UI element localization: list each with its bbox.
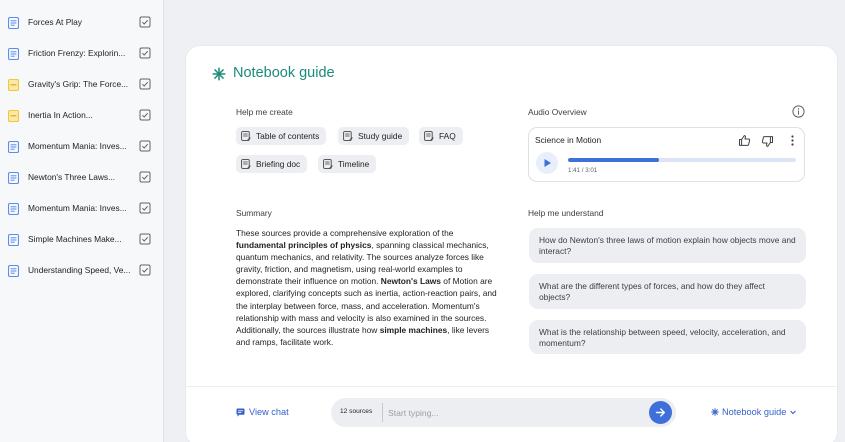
- suggested-question[interactable]: How do Newton's three laws of motion exp…: [529, 228, 806, 263]
- checkbox-checked-icon[interactable]: [139, 16, 151, 28]
- source-label: Momentum Mania: Inves...: [28, 203, 127, 213]
- source-label: Friction Frenzy: Explorin...: [28, 48, 126, 58]
- source-label: Simple Machines Make...: [28, 234, 122, 244]
- checkbox-checked-icon[interactable]: [139, 264, 151, 276]
- sparkle-icon: [212, 67, 226, 81]
- view-chat-button[interactable]: View chat: [236, 407, 289, 417]
- source-label: Gravity's Grip: The Force...: [28, 79, 129, 89]
- help-create-label: Help me create: [236, 107, 293, 117]
- play-icon: [544, 159, 551, 167]
- chat-icon: [236, 408, 245, 417]
- chip-timeline[interactable]: Timeline: [318, 155, 377, 173]
- source-item[interactable]: Momentum Mania: Inves...: [0, 132, 164, 163]
- chip-study-guide[interactable]: Study guide: [338, 127, 410, 145]
- note-icon: [8, 79, 19, 91]
- document-icon: [8, 172, 19, 184]
- notebook-guide-toggle[interactable]: Notebook guide: [711, 407, 797, 417]
- chevron-down-icon: [790, 410, 797, 415]
- page-title: Notebook guide: [233, 65, 335, 81]
- source-item[interactable]: Simple Machines Make...: [0, 225, 164, 256]
- source-count[interactable]: 12 sources: [340, 408, 372, 415]
- suggested-question[interactable]: What is the relationship between speed, …: [529, 320, 806, 354]
- summary-label: Summary: [236, 208, 272, 218]
- audio-overview-label: Audio Overview: [528, 107, 587, 117]
- document-icon: [8, 234, 19, 246]
- source-item[interactable]: Understanding Speed, Ve...: [0, 256, 164, 287]
- notes-icon: [323, 159, 333, 169]
- source-item[interactable]: Inertia In Action...: [0, 101, 164, 132]
- source-item[interactable]: Gravity's Grip: The Force...: [0, 70, 164, 101]
- document-icon: [8, 141, 19, 153]
- document-icon: [8, 265, 19, 277]
- checkbox-checked-icon[interactable]: [139, 233, 151, 245]
- notes-icon: [241, 131, 251, 141]
- checkbox-checked-icon[interactable]: [139, 140, 151, 152]
- summary-text: These sources provide a comprehensive ex…: [236, 228, 497, 347]
- chat-input[interactable]: [388, 404, 638, 421]
- document-icon: [8, 203, 19, 215]
- source-label: Newton's Three Laws...: [28, 172, 116, 182]
- source-label: Understanding Speed, Ve...: [28, 265, 131, 275]
- checkbox-checked-icon[interactable]: [139, 78, 151, 90]
- info-icon[interactable]: [792, 105, 805, 118]
- source-item[interactable]: Momentum Mania: Inves...: [0, 194, 164, 225]
- thumbs-up-icon[interactable]: [738, 134, 751, 147]
- source-label: Momentum Mania: Inves...: [28, 141, 127, 151]
- send-button[interactable]: [649, 401, 672, 424]
- notes-icon: [424, 131, 434, 141]
- document-icon: [8, 17, 19, 29]
- checkbox-checked-icon[interactable]: [139, 202, 151, 214]
- source-item[interactable]: Newton's Three Laws...: [0, 163, 164, 194]
- audio-time: 1:41 / 3:01: [568, 167, 598, 174]
- chip-briefing-doc[interactable]: Briefing doc: [236, 155, 308, 173]
- note-icon: [8, 110, 19, 122]
- suggested-question[interactable]: What are the different types of forces, …: [529, 274, 806, 309]
- source-item[interactable]: Forces At Play: [0, 8, 164, 39]
- help-understand-label: Help me understand: [528, 208, 604, 218]
- document-icon: [8, 48, 19, 60]
- arrow-right-icon: [655, 408, 665, 417]
- checkbox-checked-icon[interactable]: [139, 47, 151, 59]
- sparkle-icon: [711, 408, 719, 416]
- more-vert-icon[interactable]: [786, 134, 799, 147]
- chip-table-of-contents[interactable]: Table of contents: [236, 127, 327, 145]
- play-button[interactable]: [536, 152, 558, 174]
- audio-progress-fill: [568, 158, 659, 162]
- chip-faq[interactable]: FAQ: [419, 127, 463, 145]
- audio-title: Science in Motion: [535, 135, 602, 145]
- divider: [186, 386, 837, 387]
- source-item[interactable]: Friction Frenzy: Explorin...: [0, 39, 164, 70]
- checkbox-checked-icon[interactable]: [139, 109, 151, 121]
- source-label: Inertia In Action...: [28, 110, 93, 120]
- thumbs-down-icon[interactable]: [761, 135, 774, 148]
- audio-progress-bar[interactable]: [568, 158, 796, 162]
- divider: [382, 403, 383, 422]
- notes-icon: [343, 131, 353, 141]
- source-label: Forces At Play: [28, 17, 82, 27]
- sources-sidebar: Forces At Play Friction Frenzy: Explorin…: [0, 0, 164, 442]
- notes-icon: [241, 159, 251, 169]
- checkbox-checked-icon[interactable]: [139, 171, 151, 183]
